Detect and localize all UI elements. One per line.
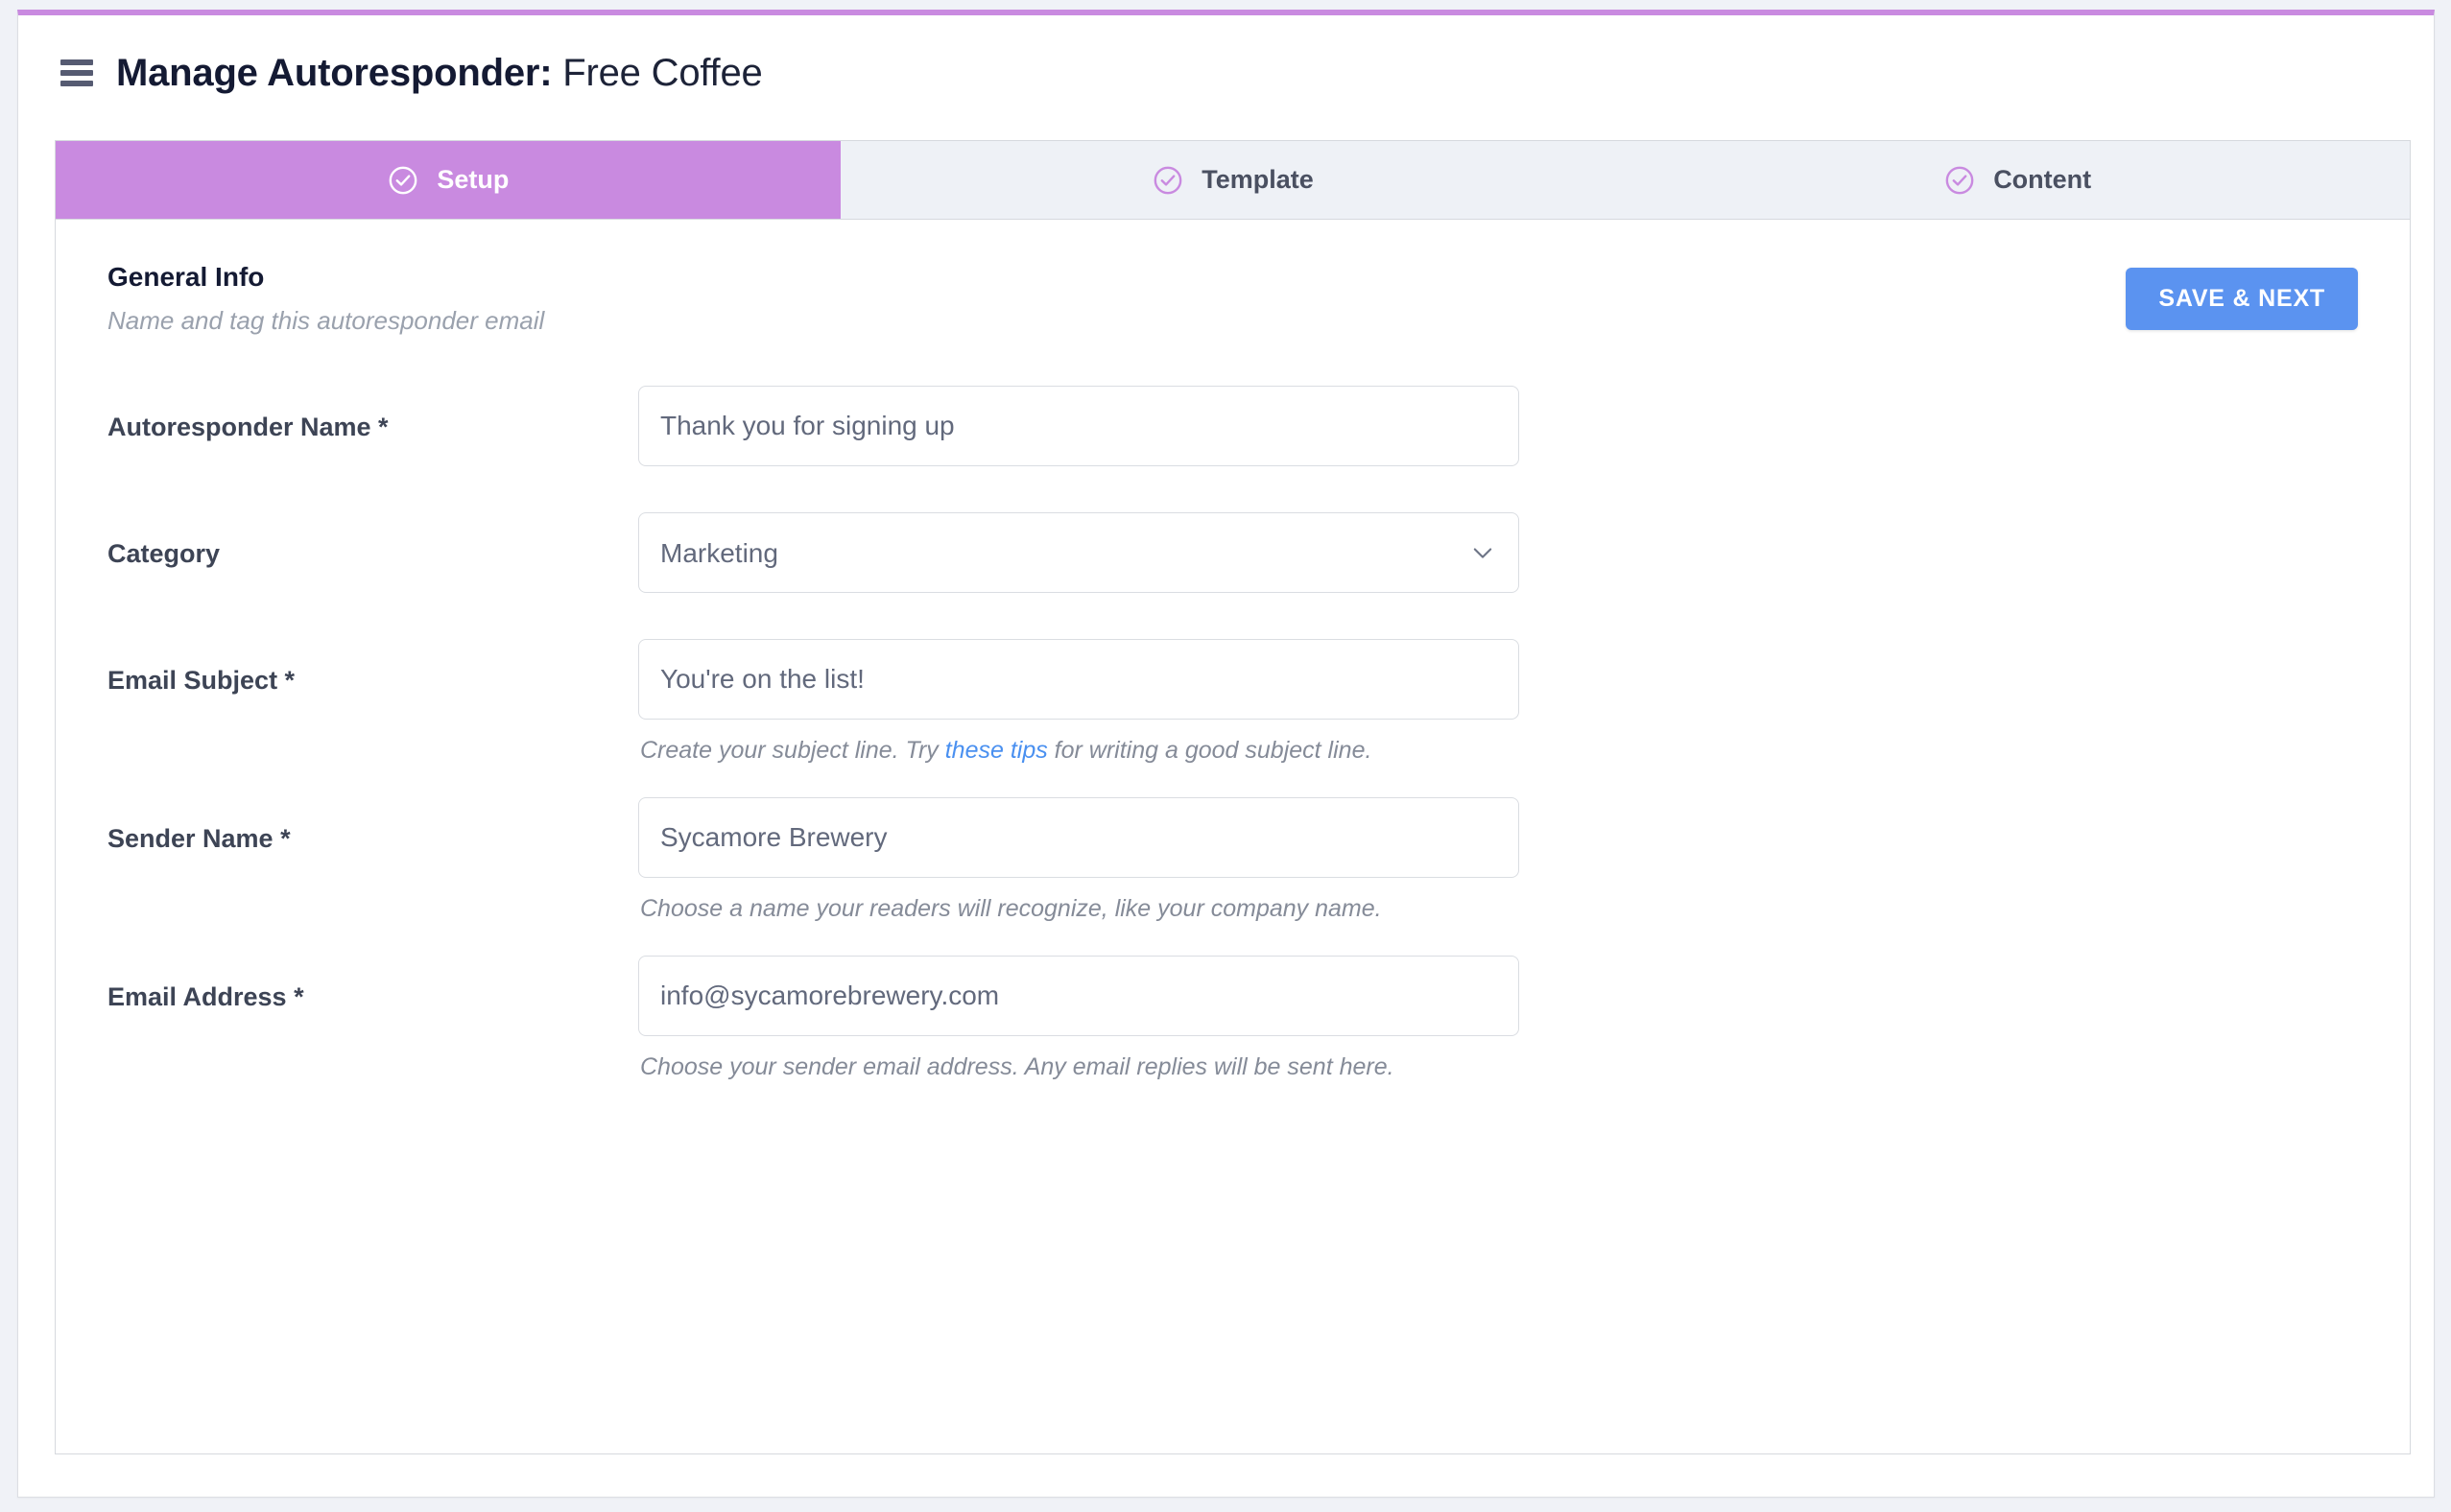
section-title: General Info xyxy=(107,262,265,292)
tab-setup[interactable]: Setup xyxy=(56,141,841,219)
sender-name-help: Choose a name your readers will recogniz… xyxy=(640,895,1382,922)
tab-template[interactable]: Template xyxy=(841,141,1626,219)
tab-content[interactable]: Content xyxy=(1625,141,2410,219)
email-address-label: Email Address * xyxy=(107,982,304,1011)
hamburger-bar xyxy=(60,59,93,65)
page-header: Manage Autoresponder: Free Coffee xyxy=(18,15,2434,130)
field-email-address: Email Address * Choose your sender email… xyxy=(107,956,2358,1081)
page-title-strong: Manage Autoresponder: xyxy=(116,51,553,94)
save-and-next-button[interactable]: SAVE & NEXT xyxy=(2126,268,2358,330)
tab-content-label: Content xyxy=(1993,165,2092,194)
sender-name-control: Choose a name your readers will recogniz… xyxy=(638,797,1519,923)
email-address-input[interactable] xyxy=(638,956,1519,1036)
check-circle-icon xyxy=(387,164,419,197)
category-label: Category xyxy=(107,539,221,568)
email-subject-help-after: for writing a good subject line. xyxy=(1047,737,1372,764)
autoresponder-card: Manage Autoresponder: Free Coffee Setup xyxy=(17,10,2435,1498)
setup-panel: Setup Template Content General Info Name… xyxy=(55,140,2411,1454)
autoresponder-name-input[interactable] xyxy=(638,386,1519,466)
hamburger-icon[interactable] xyxy=(60,59,93,86)
field-autoresponder-name: Autoresponder Name * xyxy=(107,386,2358,466)
sender-name-input[interactable] xyxy=(638,797,1519,878)
field-category: Category Marketing xyxy=(107,512,2358,593)
tab-setup-label: Setup xyxy=(437,165,510,194)
check-circle-icon xyxy=(1943,164,1976,197)
email-subject-input[interactable] xyxy=(638,639,1519,720)
section-header: General Info Name and tag this autorespo… xyxy=(107,262,2358,336)
page-title: Manage Autoresponder: Free Coffee xyxy=(116,52,763,95)
email-subject-help: Create your subject line. Try these tips… xyxy=(638,737,1519,765)
email-subject-help-before: Create your subject line. Try xyxy=(640,737,945,764)
autoresponder-name-control xyxy=(638,386,1519,466)
these-tips-link[interactable]: these tips xyxy=(945,737,1048,764)
email-subject-label: Email Subject * xyxy=(107,666,296,695)
email-address-help: Choose your sender email address. Any em… xyxy=(640,1053,1394,1080)
field-email-subject: Email Subject * Create your subject line… xyxy=(107,639,2358,765)
field-sender-name: Sender Name * Choose a name your readers… xyxy=(107,797,2358,923)
wizard-tabs: Setup Template Content xyxy=(56,141,2410,220)
category-select[interactable]: Marketing xyxy=(638,512,1519,593)
general-info-form: Autoresponder Name * Category Marketing xyxy=(107,386,2358,1081)
sender-name-label: Sender Name * xyxy=(107,824,291,853)
hamburger-bar xyxy=(60,70,93,76)
check-circle-icon xyxy=(1152,164,1184,197)
page-title-light: Free Coffee xyxy=(552,51,763,94)
category-control: Marketing xyxy=(638,512,1519,593)
email-subject-control: Create your subject line. Try these tips… xyxy=(638,639,1519,765)
tab-template-label: Template xyxy=(1202,165,1314,194)
setup-form-body: General Info Name and tag this autorespo… xyxy=(56,220,2410,1453)
hamburger-bar xyxy=(60,81,93,86)
autoresponder-name-label: Autoresponder Name * xyxy=(107,413,389,441)
email-address-control: Choose your sender email address. Any em… xyxy=(638,956,1519,1081)
section-subtitle: Name and tag this autoresponder email xyxy=(107,306,545,335)
